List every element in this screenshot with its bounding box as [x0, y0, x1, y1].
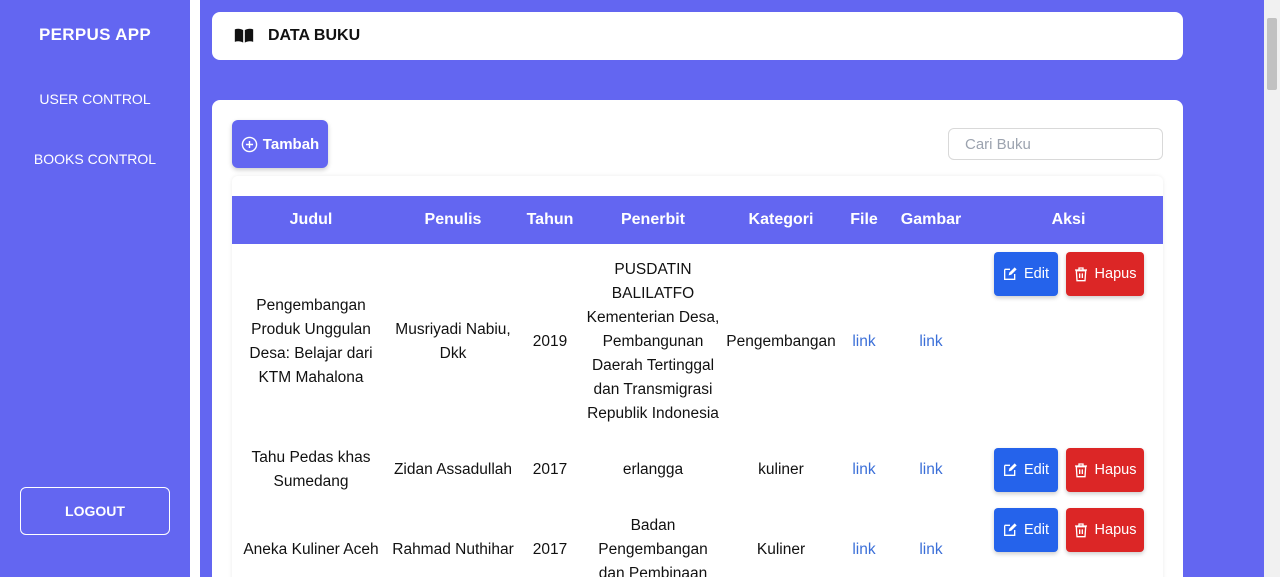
sidebar-item-user-control[interactable]: USER CONTROL — [0, 91, 190, 107]
cell-penerbit: PUSDATIN BALILATFO Kementerian Desa, Pem… — [586, 261, 720, 422]
table-row: Tahu Pedas khas Sumedang Zidan Assadulla… — [232, 440, 1163, 500]
add-book-label: Tambah — [262, 135, 320, 153]
delete-button[interactable]: Hapus — [1065, 252, 1144, 296]
delete-label: Hapus — [1094, 522, 1137, 538]
trash-icon — [1074, 523, 1087, 538]
edit-icon — [1004, 463, 1017, 476]
cell-penerbit: Badan Pengembangan dan Pembinaan — [598, 517, 708, 577]
edit-label: Edit — [1024, 522, 1049, 538]
cell-penulis: Rahmad Nuthihar — [392, 541, 514, 558]
column-header-kategori[interactable]: Kategori — [722, 196, 840, 244]
trash-icon — [1074, 267, 1087, 282]
table-header-row: Judul Penulis Tahun Penerbit Kategori Fi… — [232, 196, 1163, 244]
page-title: DATA BUKU — [268, 27, 361, 44]
brand-title: PERPUS APP — [39, 25, 151, 44]
table-row: Aneka Kuliner Aceh Rahmad Nuthihar 2017 … — [232, 500, 1163, 577]
image-link[interactable]: link — [888, 500, 974, 577]
delete-label: Hapus — [1094, 266, 1137, 282]
delete-label: Hapus — [1094, 462, 1137, 478]
cell-judul: Tahu Pedas khas Sumedang — [251, 449, 371, 490]
table-row: Pengembangan Produk Unggulan Desa: Belaj… — [232, 244, 1163, 440]
edit-icon — [1004, 267, 1017, 280]
cell-aksi: Edit Hapus — [974, 244, 1163, 440]
page-scrollbar[interactable] — [1264, 0, 1280, 577]
scrollbar-thumb[interactable] — [1267, 18, 1277, 90]
cell-tahun: 2019 — [532, 333, 568, 350]
cell-penulis: Zidan Assadullah — [393, 461, 513, 478]
cell-judul: Pengembangan Produk Unggulan Desa: Belaj… — [249, 297, 373, 386]
edit-icon — [1004, 523, 1017, 536]
edit-label: Edit — [1024, 266, 1049, 282]
edit-button[interactable]: Edit — [993, 252, 1058, 296]
cell-tahun: 2017 — [532, 541, 568, 558]
book-open-icon — [234, 28, 254, 43]
edit-label: Edit — [1024, 462, 1049, 478]
search-input[interactable] — [948, 128, 1163, 160]
sidebar-divider — [190, 0, 200, 577]
logout-button[interactable]: LOGOUT — [20, 487, 170, 535]
cell-kategori: Pengembangan — [726, 333, 836, 350]
column-header-judul[interactable]: Judul — [232, 196, 390, 244]
image-link[interactable]: link — [888, 244, 974, 440]
add-book-button[interactable]: Tambah — [232, 120, 328, 168]
books-panel: Tambah Judul Penulis Tahun Penerbit Kate… — [212, 100, 1183, 577]
cell-kategori: kuliner — [758, 461, 804, 478]
cell-kategori: Kuliner — [756, 541, 806, 558]
cell-tahun: 2017 — [532, 461, 568, 478]
delete-button[interactable]: Hapus — [1065, 508, 1144, 552]
cell-judul: Aneka Kuliner Aceh — [243, 541, 379, 558]
column-header-penerbit[interactable]: Penerbit — [584, 196, 722, 244]
column-header-aksi: Aksi — [1051, 211, 1086, 228]
delete-button[interactable]: Hapus — [1065, 448, 1144, 492]
books-table: Judul Penulis Tahun Penerbit Kategori Fi… — [232, 196, 1163, 577]
file-link[interactable]: link — [840, 440, 888, 500]
file-link[interactable]: link — [840, 244, 888, 440]
edit-button[interactable]: Edit — [993, 508, 1058, 552]
cell-penerbit: erlangga — [622, 461, 684, 478]
trash-icon — [1074, 463, 1087, 478]
file-link[interactable]: link — [840, 500, 888, 577]
column-header-gambar[interactable]: Gambar — [888, 196, 974, 244]
page-header: DATA BUKU — [212, 12, 1183, 60]
cell-aksi: Edit Hapus — [974, 440, 1163, 500]
cell-aksi: Edit Hapus — [974, 500, 1163, 577]
column-header-file[interactable]: File — [840, 196, 888, 244]
column-header-penulis[interactable]: Penulis — [390, 196, 516, 244]
image-link[interactable]: link — [888, 440, 974, 500]
edit-button[interactable]: Edit — [993, 448, 1058, 492]
sidebar-item-books-control[interactable]: BOOKS CONTROL — [0, 151, 190, 167]
sidebar: PERPUS APP USER CONTROL BOOKS CONTROL LO… — [0, 0, 190, 577]
table-top-spacer — [232, 176, 1163, 196]
cell-penulis: Musriyadi Nabiu, Dkk — [395, 321, 511, 362]
plus-circle-icon — [241, 136, 258, 152]
column-header-tahun[interactable]: Tahun — [516, 196, 584, 244]
books-table-container: Judul Penulis Tahun Penerbit Kategori Fi… — [232, 176, 1163, 577]
